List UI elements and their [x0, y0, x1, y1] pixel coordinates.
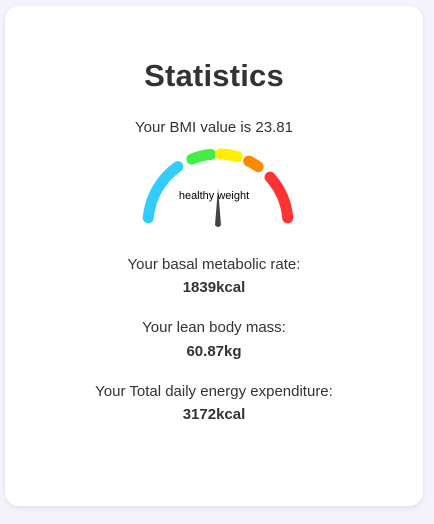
gauge-segment-obese: [243, 155, 264, 173]
gauge-segment-healthy: [186, 148, 217, 165]
bmi-value: 23.81: [255, 119, 293, 136]
bmr-label: Your basal metabolic rate:: [127, 256, 301, 273]
tdee-value: 3172kcal: [182, 406, 246, 423]
bmi-gauge: [142, 148, 294, 227]
gauge-segment-overweight: [214, 148, 243, 163]
tdee-label: Your Total daily energy expenditure:: [95, 383, 333, 400]
bmr-value: 1839kcal: [182, 279, 246, 296]
bmi-line: Your BMI value is 23.81: [5, 119, 423, 136]
bmi-category-label: healthy weight: [178, 190, 250, 202]
lean-body-mass-value: 60.87kg: [186, 343, 242, 360]
bmi-prefix: Your BMI value is: [135, 119, 252, 136]
statistics-card: Statistics Your BMI value is 23.81 healt…: [5, 6, 423, 506]
lean-body-mass-label: Your lean body mass:: [142, 319, 286, 336]
page-title: Statistics: [144, 58, 284, 93]
